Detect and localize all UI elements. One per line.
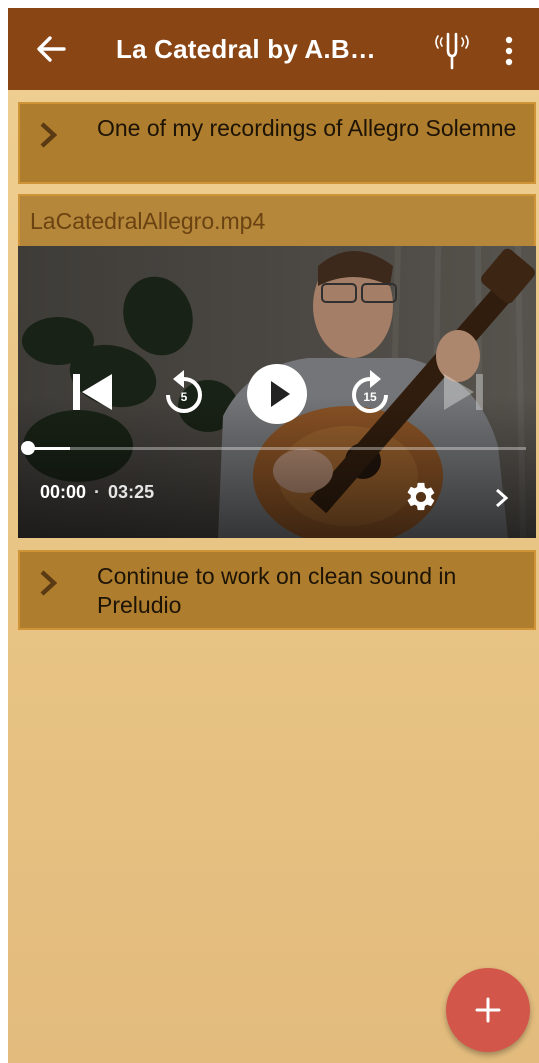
time-display: 00:00 · 03:25 <box>40 482 154 503</box>
attachment-filename: LaCatedralAllegro.mp4 <box>18 194 536 246</box>
replay-5-icon[interactable]: 5 <box>160 368 208 418</box>
note-item[interactable]: One of my recordings of Allegro Solemne <box>18 102 536 184</box>
skip-previous-icon[interactable] <box>70 370 114 414</box>
app-screen: La Catedral by A.B… One of my recordings… <box>8 8 539 1063</box>
video-player[interactable]: 5 15 00:00 · 03:25 <box>18 246 536 538</box>
current-time: 00:00 <box>40 482 87 502</box>
rewind-seconds-label: 5 <box>181 390 188 404</box>
overflow-menu-button[interactable] <box>502 34 516 68</box>
note-label: Continue to work on clean sound in Prelu… <box>97 563 457 618</box>
note-item[interactable]: Continue to work on clean sound in Prelu… <box>18 550 536 630</box>
chevron-right-icon[interactable] <box>492 486 512 510</box>
chevron-right-icon <box>40 570 58 596</box>
plus-icon <box>475 997 501 1023</box>
add-fab-button[interactable] <box>446 968 530 1052</box>
page-title: La Catedral by A.B… <box>116 34 377 64</box>
arrow-left-icon <box>37 36 66 62</box>
duration: 03:25 <box>108 482 155 502</box>
tuner-button[interactable] <box>434 30 470 70</box>
forward-15-icon[interactable]: 15 <box>346 368 394 418</box>
back-button[interactable] <box>34 32 68 66</box>
chevron-right-icon <box>40 122 58 148</box>
forward-seconds-label: 15 <box>363 390 377 404</box>
play-button[interactable] <box>247 364 307 424</box>
app-bar: La Catedral by A.B… <box>8 8 539 90</box>
time-separator: · <box>94 482 101 502</box>
settings-gear-icon[interactable] <box>404 480 438 514</box>
seek-bar-thumb[interactable] <box>21 441 35 455</box>
seek-bar[interactable] <box>28 447 526 450</box>
tuning-fork-icon <box>435 32 469 70</box>
more-vert-icon <box>505 36 513 66</box>
note-label: One of my recordings of Allegro Solemne <box>97 115 517 141</box>
skip-next-icon[interactable] <box>442 370 486 414</box>
play-icon <box>271 381 290 407</box>
